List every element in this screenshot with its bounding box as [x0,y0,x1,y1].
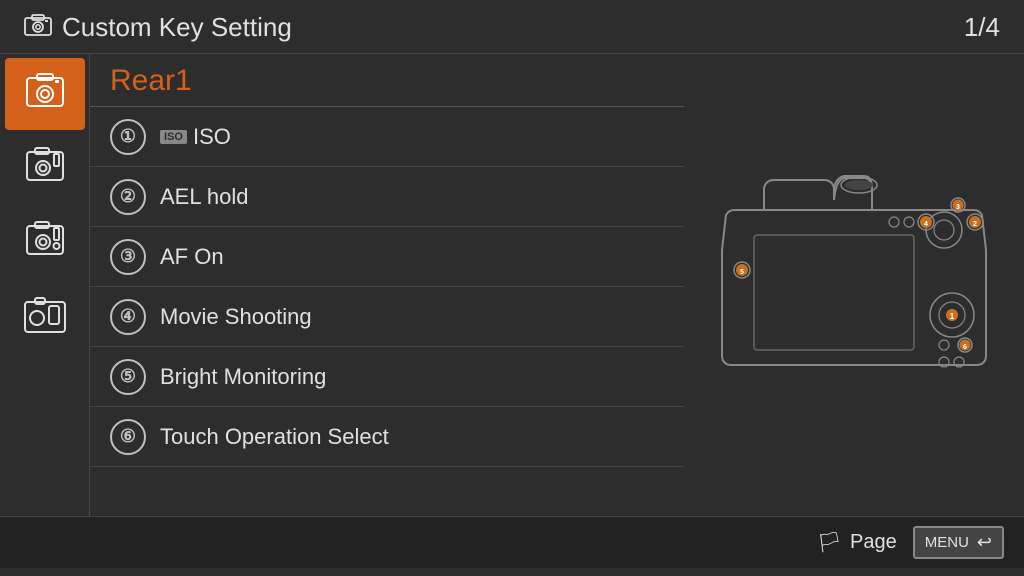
header-title: Custom Key Setting [24,12,292,43]
menu-item-ael[interactable]: ② AEL hold [90,167,684,227]
menu-label: MENU [925,534,969,551]
menu-item-number-6: ⑥ [110,419,146,455]
menu-item-label-touch: Touch Operation Select [160,424,389,450]
menu-item-iso[interactable]: ① ISO ISO [90,107,684,167]
menu-item-label-iso: ISO [193,124,231,150]
page-button[interactable]: 🏳 Page [817,530,897,555]
menu-item-number-2: ② [110,179,146,215]
sidebar-item-rear1[interactable] [5,58,85,130]
rear4-icon [19,290,71,342]
svg-text:4: 4 [924,221,928,228]
menu-item-label-af-on: AF On [160,244,224,270]
section-title: Rear1 [90,54,684,107]
rear1-icon [19,68,71,120]
menu-item-label-ael: AEL hold [160,184,248,210]
rear3-icon [19,216,71,268]
svg-text:1: 1 [950,312,955,321]
svg-text:2: 2 [973,221,977,228]
page-icon: 🏳 [817,530,842,555]
iso-icon-badge: ISO [160,130,187,144]
menu-item-number-5: ⑤ [110,359,146,395]
sidebar-item-rear3[interactable] [5,206,85,278]
rear2-icon [19,142,71,194]
menu-item-touch[interactable]: ⑥ Touch Operation Select [90,407,684,467]
sidebar [0,54,90,516]
menu-item-movie[interactable]: ④ Movie Shooting [90,287,684,347]
menu-item-number-3: ③ [110,239,146,275]
camera-diagram: 1 2 3 4 5 6 [684,54,1024,516]
menu-item-number-4: ④ [110,299,146,335]
menu-item-af-on[interactable]: ③ AF On [90,227,684,287]
menu-content: Rear1 ① ISO ISO ② AEL hold ③ AF On [90,54,684,516]
menu-list: ① ISO ISO ② AEL hold ③ AF On ④ Movie [90,107,684,516]
page-label: Page [850,531,897,554]
menu-item-number-1: ① [110,119,146,155]
header: Custom Key Setting 1/4 [0,0,1024,54]
sidebar-item-rear4[interactable] [5,280,85,352]
header-title-text: Custom Key Setting [62,12,292,43]
svg-text:3: 3 [956,204,960,211]
main-content: Rear1 ① ISO ISO ② AEL hold ③ AF On [0,54,1024,516]
svg-text:5: 5 [740,269,744,276]
footer: 🏳 Page MENU ↩ [0,516,1024,568]
menu-item-label-movie: Movie Shooting [160,304,312,330]
screen: Custom Key Setting 1/4 [0,0,1024,576]
camera-menu-icon [24,14,52,42]
menu-button[interactable]: MENU ↩ [913,526,1004,559]
svg-text:6: 6 [963,344,967,351]
return-icon: ↩ [977,532,992,553]
sidebar-item-rear2[interactable] [5,132,85,204]
menu-item-label-bright: Bright Monitoring [160,364,326,390]
menu-item-bright[interactable]: ⑤ Bright Monitoring [90,347,684,407]
header-page: 1/4 [964,12,1000,43]
